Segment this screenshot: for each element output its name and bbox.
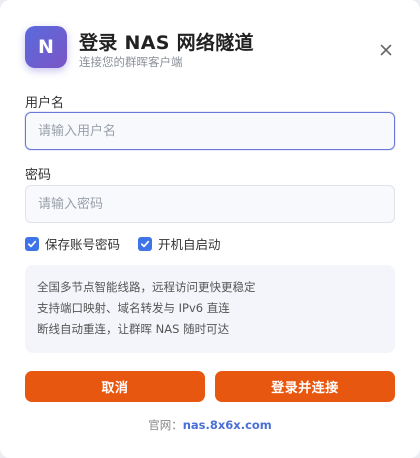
- info-line: 全国多节点智能线路，远程访问更快更稳定: [37, 280, 256, 294]
- footer-prefix: 官网：: [148, 418, 183, 432]
- username-input[interactable]: [25, 112, 395, 150]
- autostart-checkbox[interactable]: 开机自启动: [138, 234, 221, 253]
- close-icon: [380, 44, 392, 56]
- website-link[interactable]: nas.8x6x.com: [183, 418, 272, 432]
- info-line: 断线自动重连，让群晖 NAS 随时可达: [37, 322, 230, 336]
- dialog-subtitle: 连接您的群晖客户端: [79, 55, 183, 69]
- info-panel: 全国多节点智能线路，远程访问更快更稳定 支持端口映射、域名转发与 IPv6 直连…: [25, 265, 395, 353]
- autostart-label: 开机自启动: [158, 237, 221, 252]
- checkbox-checked-icon: [25, 236, 39, 251]
- cancel-button[interactable]: 取消: [25, 371, 205, 402]
- remember-checkbox[interactable]: 保存账号密码: [25, 234, 120, 253]
- password-input[interactable]: [25, 185, 395, 223]
- remember-label: 保存账号密码: [45, 237, 121, 252]
- info-line: 支持端口映射、域名转发与 IPv6 直连: [37, 301, 230, 315]
- username-label: 用户名: [25, 96, 65, 111]
- close-button[interactable]: [376, 40, 396, 60]
- app-logo: N: [25, 26, 67, 68]
- options-row: 保存账号密码 开机自启动: [25, 234, 239, 253]
- dialog-title: 登录 NAS 网络隧道: [79, 32, 254, 54]
- login-button[interactable]: 登录并连接: [215, 371, 395, 402]
- logo-letter: N: [38, 36, 54, 58]
- checkbox-checked-icon: [138, 236, 153, 251]
- password-label: 密码: [25, 168, 52, 183]
- footer: 官网：nas.8x6x.com: [0, 417, 420, 433]
- login-dialog: N 登录 NAS 网络隧道 连接您的群晖客户端 用户名 密码 保存账号密码 开机…: [0, 0, 420, 458]
